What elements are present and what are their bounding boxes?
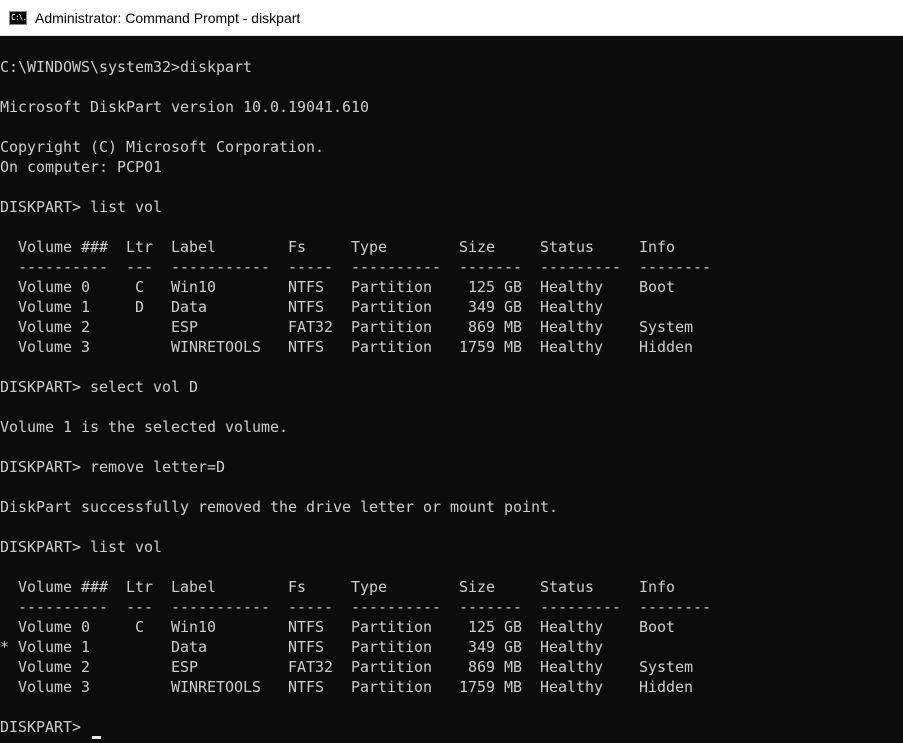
console-line: Volume 2 ESP FAT32 Partition 869 MB Heal… [0,318,694,336]
console-line: Microsoft DiskPart version 10.0.19041.61… [0,98,370,116]
command-prompt-window: C:\. Administrator: Command Prompt - dis… [0,0,903,743]
console-line: DiskPart successfully removed the drive … [0,498,559,516]
console-line: ---------- --- ----------- ----- -------… [0,598,712,616]
console-line: ---------- --- ----------- ----- -------… [0,258,712,276]
console-line: Volume 1 is the selected volume. [0,418,289,436]
console-line: Copyright (C) Microsoft Corporation. [0,138,325,156]
console-line: Volume 3 WINRETOOLS NTFS Partition 1759 … [0,678,694,696]
console-line: On computer: PCPO1 [0,158,163,176]
window-title: Administrator: Command Prompt - diskpart [35,9,301,26]
console-line: Volume 0 C Win10 NTFS Partition 125 GB H… [0,618,676,636]
text-cursor [92,736,102,739]
console-line: Volume ### Ltr Label Fs Type Size Status… [0,238,676,256]
console-line: * Volume 1 Data NTFS Partition 349 GB He… [0,638,604,656]
console-line: Volume 1 D Data NTFS Partition 349 GB He… [0,298,604,316]
cmd-icon-glyph: C:\. [11,12,27,22]
console-line: DISKPART> list vol [0,538,163,556]
console-output[interactable]: C:\WINDOWS\system32>diskpart Microsoft Di… [0,37,903,743]
console-line: DISKPART> list vol [0,198,163,216]
cmd-icon: C:\. [9,10,27,25]
console-line: DISKPART> remove letter=D [0,458,226,476]
console-line: C:\WINDOWS\system32>diskpart [0,58,253,76]
console-line: Volume 0 C Win10 NTFS Partition 125 GB H… [0,278,676,296]
console-line: Volume 2 ESP FAT32 Partition 869 MB Heal… [0,658,694,676]
title-bar[interactable]: C:\. Administrator: Command Prompt - dis… [0,0,903,36]
prompt-line[interactable]: DISKPART> [0,717,903,739]
console-line: Volume ### Ltr Label Fs Type Size Status… [0,578,676,596]
prompt-text: DISKPART> [0,718,91,736]
console-line: Volume 3 WINRETOOLS NTFS Partition 1759 … [0,338,694,356]
console-line: DISKPART> select vol D [0,378,199,396]
